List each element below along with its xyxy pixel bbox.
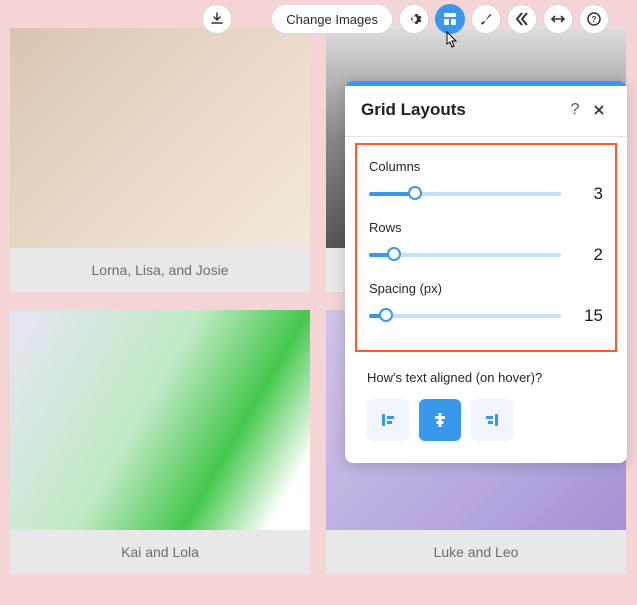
panel-header: Grid Layouts ? bbox=[345, 86, 627, 137]
rows-slider[interactable] bbox=[369, 245, 561, 265]
align-center-button[interactable] bbox=[419, 399, 461, 441]
svg-text:?: ? bbox=[592, 15, 597, 24]
stretch-button[interactable] bbox=[543, 4, 573, 34]
animation-icon bbox=[514, 11, 530, 27]
panel-title: Grid Layouts bbox=[361, 100, 563, 120]
columns-label: Columns bbox=[369, 159, 603, 174]
text-align-section: How's text aligned (on hover)? bbox=[345, 362, 627, 463]
change-images-button[interactable]: Change Images bbox=[271, 4, 393, 34]
brush-icon bbox=[478, 11, 494, 27]
grid-layouts-panel: Grid Layouts ? Columns 3 Rows bbox=[345, 81, 627, 463]
align-right-button[interactable] bbox=[471, 399, 513, 441]
align-center-icon bbox=[431, 411, 449, 429]
spacing-label: Spacing (px) bbox=[369, 281, 603, 296]
text-align-label: How's text aligned (on hover)? bbox=[367, 370, 605, 385]
settings-button[interactable] bbox=[399, 4, 429, 34]
animation-button[interactable] bbox=[507, 4, 537, 34]
grid-cell[interactable]: Kai and Lola bbox=[10, 310, 310, 574]
close-icon bbox=[592, 103, 606, 117]
align-group bbox=[367, 399, 605, 441]
gear-icon bbox=[406, 11, 422, 27]
rows-label: Rows bbox=[369, 220, 603, 235]
columns-value: 3 bbox=[575, 184, 603, 204]
grid-caption: Luke and Leo bbox=[326, 530, 626, 574]
align-left-button[interactable] bbox=[367, 399, 409, 441]
grid-caption: Kai and Lola bbox=[10, 530, 310, 574]
align-left-icon bbox=[379, 411, 397, 429]
spacing-value: 15 bbox=[575, 306, 603, 326]
layout-icon bbox=[442, 11, 458, 27]
columns-slider[interactable] bbox=[369, 184, 561, 204]
align-right-icon bbox=[483, 411, 501, 429]
layout-button[interactable] bbox=[435, 4, 465, 34]
spacing-control: Spacing (px) 15 bbox=[369, 275, 603, 336]
stretch-icon bbox=[550, 11, 566, 27]
grid-image bbox=[10, 310, 310, 530]
spacing-slider[interactable] bbox=[369, 306, 561, 326]
panel-help-button[interactable]: ? bbox=[563, 98, 587, 122]
help-button[interactable]: ? bbox=[579, 4, 609, 34]
rows-control: Rows 2 bbox=[369, 214, 603, 275]
editor-toolbar: Change Images ? bbox=[0, 4, 637, 34]
panel-close-button[interactable] bbox=[587, 98, 611, 122]
highlight-area: Columns 3 Rows 2 Spa bbox=[355, 143, 617, 352]
columns-control: Columns 3 bbox=[369, 153, 603, 214]
help-icon: ? bbox=[586, 11, 602, 27]
grid-image bbox=[10, 28, 310, 248]
grid-cell[interactable]: Lorna, Lisa, and Josie bbox=[10, 28, 310, 292]
design-button[interactable] bbox=[471, 4, 501, 34]
grid-caption: Lorna, Lisa, and Josie bbox=[10, 248, 310, 292]
rows-value: 2 bbox=[575, 245, 603, 265]
